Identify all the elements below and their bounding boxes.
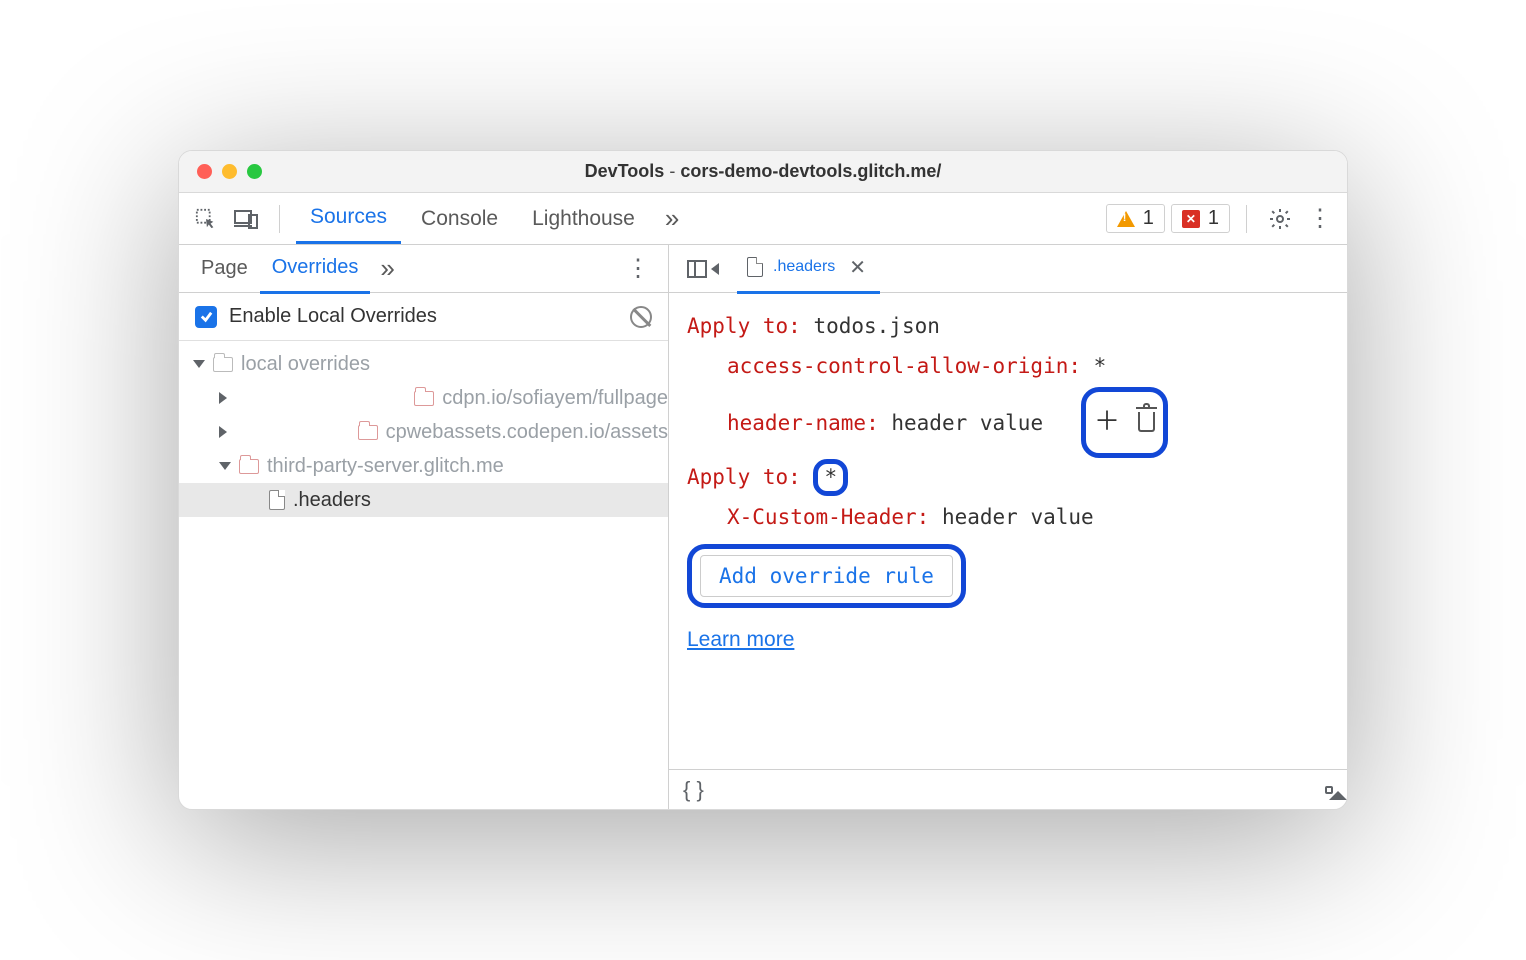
chevron-right-icon bbox=[219, 392, 406, 404]
header-value[interactable]: header value bbox=[891, 411, 1043, 435]
sources-navigator: Page Overrides » ⋮ Enable Local Override… bbox=[179, 245, 669, 809]
errors-badge[interactable]: ✕ 1 bbox=[1171, 204, 1230, 233]
window-title: DevTools - cors-demo-devtools.glitch.me/ bbox=[179, 161, 1347, 182]
tab-sources[interactable]: Sources bbox=[296, 193, 401, 244]
separator bbox=[1246, 205, 1247, 233]
add-override-rule-button[interactable]: Add override rule bbox=[700, 555, 953, 597]
header-name[interactable]: X-Custom-Header bbox=[727, 505, 917, 529]
clear-overrides-icon[interactable] bbox=[630, 306, 652, 328]
file-icon bbox=[269, 490, 285, 510]
navigator-kebab-icon[interactable]: ⋮ bbox=[618, 254, 658, 283]
apply-to-value[interactable]: todos.json bbox=[813, 314, 939, 338]
error-icon: ✕ bbox=[1182, 210, 1200, 228]
settings-icon[interactable] bbox=[1263, 202, 1297, 236]
tree-folder[interactable]: cpwebassets.codepen.io/assets bbox=[179, 415, 668, 449]
header-name[interactable]: access-control-allow-origin bbox=[727, 354, 1068, 378]
header-value[interactable]: header value bbox=[942, 505, 1094, 529]
warnings-badge[interactable]: 1 bbox=[1106, 204, 1165, 233]
tab-lighthouse[interactable]: Lighthouse bbox=[518, 195, 649, 243]
chevron-right-icon bbox=[219, 426, 350, 438]
minimize-window-button[interactable] bbox=[222, 164, 237, 179]
chevron-down-icon bbox=[219, 462, 231, 470]
folder-icon bbox=[213, 357, 233, 372]
editor-statusbar: { } bbox=[669, 769, 1347, 809]
tree-folder-label: cdpn.io/sofiayem/fullpage bbox=[442, 387, 668, 410]
chevron-down-icon bbox=[193, 360, 205, 368]
add-header-icon[interactable]: ＋ bbox=[1094, 398, 1120, 447]
separator bbox=[279, 205, 280, 233]
warning-count: 1 bbox=[1143, 207, 1154, 230]
overrides-tree: local overrides cdpn.io/sofiayem/fullpag… bbox=[179, 341, 668, 809]
toggle-navigator-icon[interactable] bbox=[679, 260, 727, 278]
tree-folder[interactable]: cdpn.io/sofiayem/fullpage bbox=[179, 381, 668, 415]
enable-overrides-checkbox[interactable] bbox=[195, 306, 217, 328]
apply-to-value[interactable]: * bbox=[824, 465, 837, 489]
highlight-wildcard: * bbox=[813, 459, 848, 496]
error-count: 1 bbox=[1208, 207, 1219, 230]
pretty-print-icon[interactable]: { } bbox=[683, 777, 704, 803]
close-window-button[interactable] bbox=[197, 164, 212, 179]
show-drawer-icon[interactable] bbox=[1325, 786, 1333, 794]
kebab-menu-icon[interactable]: ⋮ bbox=[1303, 202, 1337, 236]
window-controls bbox=[179, 164, 262, 179]
file-icon bbox=[747, 257, 763, 277]
tree-root-label: local overrides bbox=[241, 353, 370, 376]
navigator-tabs: Page Overrides » ⋮ bbox=[179, 245, 668, 293]
folder-icon bbox=[414, 391, 434, 406]
tree-file-headers[interactable]: .headers bbox=[179, 483, 668, 517]
folder-icon bbox=[239, 459, 259, 474]
editor-tabs: .headers ✕ bbox=[669, 245, 1347, 293]
editor-panel: .headers ✕ Apply to: todos.json access-c… bbox=[669, 245, 1347, 809]
highlight-add-delete: ＋ bbox=[1081, 387, 1168, 458]
apply-to-label: Apply to bbox=[687, 465, 788, 489]
tree-folder-label: third-party-server.glitch.me bbox=[267, 455, 504, 478]
editor-tab-label: .headers bbox=[773, 258, 835, 276]
zoom-window-button[interactable] bbox=[247, 164, 262, 179]
headers-editor[interactable]: Apply to: todos.json access-control-allo… bbox=[669, 293, 1347, 769]
folder-icon bbox=[358, 425, 378, 440]
apply-to-label: Apply to bbox=[687, 314, 788, 338]
tab-console[interactable]: Console bbox=[407, 195, 512, 243]
editor-tab-headers[interactable]: .headers ✕ bbox=[737, 245, 880, 294]
tree-root[interactable]: local overrides bbox=[179, 347, 668, 381]
titlebar: DevTools - cors-demo-devtools.glitch.me/ bbox=[179, 151, 1347, 193]
highlight-add-rule: Add override rule bbox=[687, 544, 966, 608]
warning-icon bbox=[1117, 211, 1135, 227]
more-tabs-icon[interactable]: » bbox=[655, 203, 689, 234]
main-toolbar: Sources Console Lighthouse » 1 ✕ 1 ⋮ bbox=[179, 193, 1347, 245]
enable-overrides-row: Enable Local Overrides bbox=[179, 293, 668, 341]
inspect-element-icon[interactable] bbox=[189, 202, 223, 236]
tree-folder[interactable]: third-party-server.glitch.me bbox=[179, 449, 668, 483]
header-value[interactable]: * bbox=[1094, 354, 1107, 378]
close-tab-icon[interactable]: ✕ bbox=[845, 255, 870, 280]
navigator-more-tabs-icon[interactable]: » bbox=[370, 253, 404, 284]
navigator-tab-overrides[interactable]: Overrides bbox=[260, 245, 371, 294]
tree-file-label: .headers bbox=[293, 489, 371, 512]
delete-header-icon[interactable] bbox=[1138, 412, 1155, 432]
device-toggle-icon[interactable] bbox=[229, 202, 263, 236]
navigator-tab-page[interactable]: Page bbox=[189, 245, 260, 292]
header-name[interactable]: header-name bbox=[727, 411, 866, 435]
learn-more-link[interactable]: Learn more bbox=[687, 620, 1329, 660]
enable-overrides-label: Enable Local Overrides bbox=[229, 305, 437, 328]
devtools-window: DevTools - cors-demo-devtools.glitch.me/… bbox=[178, 150, 1348, 810]
tree-folder-label: cpwebassets.codepen.io/assets bbox=[386, 421, 668, 444]
